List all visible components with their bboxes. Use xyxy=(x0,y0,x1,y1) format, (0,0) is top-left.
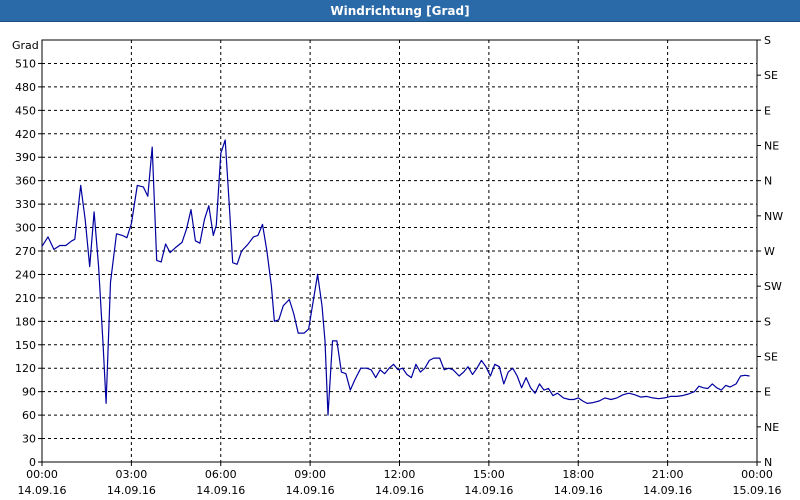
x-tick-date: 14.09.16 xyxy=(554,484,603,497)
series-line-wind-direction xyxy=(41,139,750,416)
x-tick-date: 14.09.16 xyxy=(464,484,513,497)
compass-label: S xyxy=(764,34,771,47)
y-tick-label: 180 xyxy=(15,315,36,328)
y-axis-label: Grad xyxy=(12,39,39,52)
y-tick-label: 60 xyxy=(22,409,36,422)
x-tick-time: 21:00 xyxy=(652,468,684,481)
x-tick-time: 00:00 xyxy=(741,468,773,481)
y-tick-label: 480 xyxy=(15,81,36,94)
x-tick-date: 14.09.16 xyxy=(196,484,245,497)
compass-label: SW xyxy=(764,280,782,293)
y-tick-label: 330 xyxy=(15,198,36,211)
y-tick-label: 360 xyxy=(15,175,36,188)
compass-label: N xyxy=(764,175,772,188)
compass-label: SE xyxy=(764,69,778,82)
y-tick-label: 30 xyxy=(22,433,36,446)
y-tick-label: 510 xyxy=(15,57,36,70)
y-tick-label: 420 xyxy=(15,128,36,141)
x-tick-date: 15.09.16 xyxy=(733,484,782,497)
chart-title-bar: Windrichtung [Grad] xyxy=(0,0,800,22)
y-tick-label: 210 xyxy=(15,292,36,305)
compass-label: NE xyxy=(764,421,779,434)
wind-direction-chart: 0306090120150180210240270300330360390420… xyxy=(12,34,783,497)
x-tick-date: 14.09.16 xyxy=(18,484,67,497)
y-tick-label: 240 xyxy=(15,268,36,281)
chart-title: Windrichtung [Grad] xyxy=(330,3,470,18)
x-tick-date: 14.09.16 xyxy=(643,484,692,497)
series-layer xyxy=(41,139,750,416)
y-tick-label: 270 xyxy=(15,245,36,258)
grid xyxy=(42,40,757,462)
x-tick-time: 03:00 xyxy=(116,468,148,481)
x-tick-time: 09:00 xyxy=(294,468,326,481)
x-tick-time: 18:00 xyxy=(562,468,594,481)
compass-label: E xyxy=(764,386,771,399)
y-tick-label: 450 xyxy=(15,104,36,117)
compass-label: S xyxy=(764,315,771,328)
axes: 0306090120150180210240270300330360390420… xyxy=(12,34,783,497)
x-tick-time: 00:00 xyxy=(26,468,58,481)
compass-label: E xyxy=(764,104,771,117)
y-tick-label: 120 xyxy=(15,362,36,375)
compass-label: W xyxy=(764,245,775,258)
x-tick-time: 06:00 xyxy=(205,468,237,481)
x-tick-date: 14.09.16 xyxy=(375,484,424,497)
x-tick-date: 14.09.16 xyxy=(286,484,335,497)
compass-label: NW xyxy=(764,210,783,223)
x-tick-time: 12:00 xyxy=(384,468,416,481)
y-tick-label: 390 xyxy=(15,151,36,164)
compass-label: SE xyxy=(764,351,778,364)
compass-label: NE xyxy=(764,140,779,153)
x-tick-date: 14.09.16 xyxy=(107,484,156,497)
y-tick-label: 90 xyxy=(22,386,36,399)
y-tick-label: 300 xyxy=(15,222,36,235)
x-tick-time: 15:00 xyxy=(473,468,505,481)
y-tick-label: 150 xyxy=(15,339,36,352)
